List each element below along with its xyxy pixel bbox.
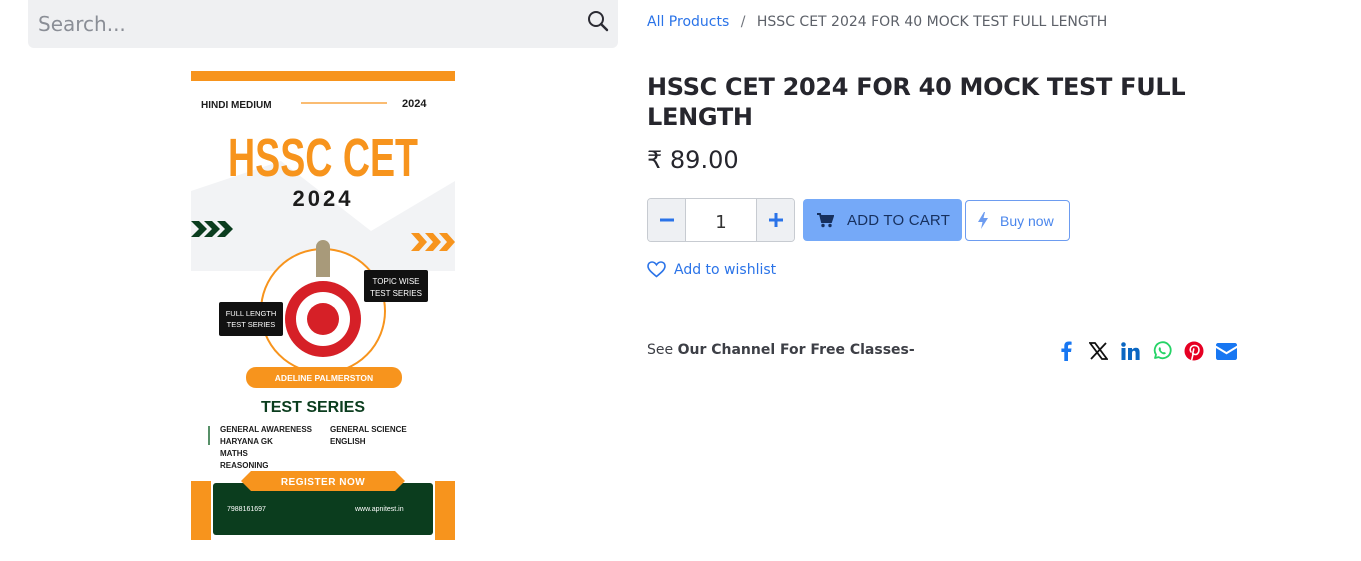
poster-top-left: HINDI MEDIUM xyxy=(201,100,272,111)
x-icon xyxy=(1088,342,1108,360)
search-button[interactable] xyxy=(584,8,612,36)
poster-headline: HSSC CET xyxy=(228,128,418,188)
facebook-icon xyxy=(1060,341,1072,361)
poster-badge-right-line2: TEST SERIES xyxy=(370,289,422,298)
poster-subject-6: ENGLISH xyxy=(330,437,366,446)
channel-promo-text: See Our Channel For Free Classes- xyxy=(647,342,915,358)
poster-author: ADELINE PALMERSTON xyxy=(275,373,373,383)
quantity-increase-button[interactable] xyxy=(757,199,794,241)
poster-badge-right-line1: TOPIC WISE xyxy=(373,277,420,286)
search-icon xyxy=(588,10,609,31)
poster-phone: 7988161697 xyxy=(227,506,266,513)
product-image: HINDI MEDIUM 2024 HSSC CET 2024 TOPIC WI… xyxy=(191,71,455,540)
linkedin-icon xyxy=(1120,342,1140,360)
minus-icon xyxy=(659,218,674,222)
poster-series-title: TEST SERIES xyxy=(261,399,365,416)
shopping-cart-icon xyxy=(817,212,834,227)
product-price: ₹ 89.00 xyxy=(647,146,739,174)
share-facebook-link[interactable] xyxy=(1055,340,1077,362)
heart-icon xyxy=(647,261,666,278)
search-bar xyxy=(28,0,618,48)
poster-subject-3: MATHS xyxy=(220,449,249,458)
quantity-input[interactable] xyxy=(685,199,757,241)
poster-year: 2024 xyxy=(293,186,354,211)
add-to-cart-button[interactable]: ADD TO CART xyxy=(803,199,962,241)
quantity-decrease-button[interactable] xyxy=(648,199,685,241)
search-input[interactable] xyxy=(38,6,558,42)
poster-cta: REGISTER NOW xyxy=(281,477,365,488)
share-x-link[interactable] xyxy=(1087,340,1109,362)
email-icon xyxy=(1215,342,1237,360)
share-pinterest-link[interactable] xyxy=(1183,340,1205,362)
channel-text: Our Channel For Free Classes- xyxy=(677,342,915,358)
share-whatsapp-link[interactable] xyxy=(1151,340,1173,362)
poster-website: www.apnitest.in xyxy=(354,506,404,513)
quantity-stepper xyxy=(647,198,795,242)
breadcrumb-current: HSSC CET 2024 FOR 40 MOCK TEST FULL LENG… xyxy=(756,14,1108,30)
product-title: HSSC CET 2024 FOR 40 MOCK TEST FULL LENG… xyxy=(647,73,1186,131)
poster-subject-4: REASONING xyxy=(220,461,268,470)
breadcrumb-separator: / xyxy=(740,14,746,30)
pinterest-icon xyxy=(1184,341,1204,361)
add-to-wishlist-label: Add to wishlist xyxy=(674,261,777,278)
plus-icon xyxy=(768,213,783,227)
poster-badge-left-line1: FULL LENGTH xyxy=(226,309,277,318)
buy-now-button[interactable]: Buy now xyxy=(965,200,1070,241)
breadcrumb: All Products / HSSC CET 2024 FOR 40 MOCK… xyxy=(647,14,1107,30)
poster-subject-2: HARYANA GK xyxy=(220,437,273,446)
poster-subject-1: GENERAL AWARENESS xyxy=(220,425,313,434)
lightning-bolt-icon xyxy=(978,212,988,229)
breadcrumb-all-products-link[interactable]: All Products xyxy=(647,14,729,30)
add-to-wishlist-link[interactable]: Add to wishlist xyxy=(647,261,776,278)
poster-subject-5: GENERAL SCIENCE xyxy=(330,425,407,434)
poster-badge-left-line2: TEST SERIES xyxy=(227,320,276,329)
channel-prefix: See xyxy=(647,342,674,358)
buy-now-label: Buy now xyxy=(1000,212,1054,229)
share-linkedin-link[interactable] xyxy=(1119,340,1141,362)
share-email-link[interactable] xyxy=(1215,340,1237,362)
whatsapp-icon xyxy=(1153,341,1172,360)
share-links xyxy=(1055,340,1237,362)
add-to-cart-label: ADD TO CART xyxy=(847,211,951,229)
poster-top-right: 2024 xyxy=(402,98,427,110)
